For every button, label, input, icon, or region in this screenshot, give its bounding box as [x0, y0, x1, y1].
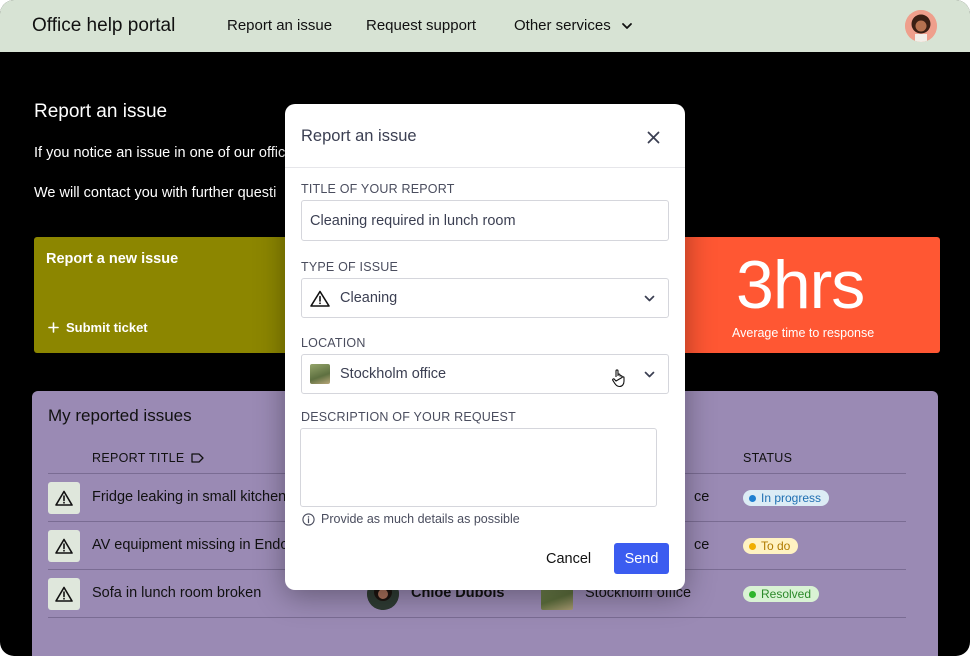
warning-icon [310, 290, 330, 307]
report-issue-modal: Report an issue TITLE OF YOUR REPORT Cle… [285, 104, 685, 590]
submit-ticket-label: Submit ticket [66, 320, 148, 335]
intro-text-2: We will contact you with further questi [34, 185, 277, 201]
row-warning-icon [48, 482, 80, 514]
response-time-label: Average time to response [732, 326, 875, 340]
column-header-report-title[interactable]: REPORT TITLE [92, 451, 204, 465]
location-field-label: LOCATION [301, 336, 366, 350]
intro-text-1: If you notice an issue in one of our off… [34, 145, 286, 161]
pointer-hand-icon [612, 369, 625, 388]
location-value: Stockholm office [340, 366, 447, 382]
modal-divider [285, 167, 685, 168]
status-badge: To do [743, 538, 799, 554]
status-badge-label: Resolved [761, 587, 812, 601]
nav-report-issue[interactable]: Report an issue [227, 17, 332, 34]
status-dot [749, 494, 756, 502]
nav-other-services[interactable]: Other services [514, 17, 633, 34]
row-warning-icon [48, 530, 80, 562]
card-title: Report a new issue [46, 251, 179, 267]
response-time-card: 3hrs Average time to response [672, 237, 940, 353]
nav-request-support[interactable]: Request support [366, 17, 476, 34]
nav-other-services-label: Other services [514, 17, 611, 34]
warning-icon [55, 538, 73, 554]
submit-ticket-button[interactable]: Submit ticket [48, 320, 148, 335]
response-time-value: 3hrs [736, 247, 865, 323]
app-window: Office help portal Report an issue Reque… [0, 0, 970, 656]
status-badge: In progress [743, 490, 830, 506]
brand-title: Office help portal [32, 15, 176, 36]
page-title: Report an issue [34, 101, 168, 122]
row-title[interactable]: Sofa in lunch room broken [92, 585, 261, 601]
warning-icon [55, 586, 73, 602]
top-navigation-bar: Office help portal Report an issue Reque… [0, 0, 970, 52]
row-location: ce [694, 537, 710, 553]
status-dot [749, 542, 756, 550]
location-thumbnail [310, 364, 330, 384]
location-select[interactable]: Stockholm office [301, 354, 669, 394]
title-input-value: Cleaning required in lunch room [310, 212, 516, 229]
title-input[interactable]: Cleaning required in lunch room [301, 200, 669, 241]
type-of-issue-select[interactable]: Cleaning [301, 278, 669, 318]
row-title[interactable]: AV equipment missing in Endo [92, 537, 288, 553]
chevron-down-icon [644, 371, 655, 378]
status-badge-label: In progress [761, 491, 822, 505]
status-badge: Resolved [743, 586, 820, 602]
column-header-status[interactable]: STATUS [743, 451, 792, 465]
status-dot [749, 590, 756, 598]
row-warning-icon [48, 578, 80, 610]
report-new-issue-card: Report a new issue Submit ticket [34, 237, 299, 353]
warning-icon [55, 490, 73, 506]
help-text-label: Provide as much details as possible [321, 512, 520, 526]
description-textarea[interactable] [300, 428, 657, 507]
help-text: Provide as much details as possible [302, 512, 520, 526]
plus-icon [48, 322, 59, 333]
chevron-down-icon [644, 295, 655, 302]
type-of-issue-value: Cleaning [340, 290, 398, 306]
user-avatar[interactable] [905, 10, 937, 42]
divider [48, 617, 906, 618]
info-icon [302, 512, 315, 526]
status-badge-label: To do [761, 539, 791, 553]
chevron-down-icon [621, 22, 632, 29]
cancel-button[interactable]: Cancel [540, 543, 597, 574]
modal-title: Report an issue [301, 127, 417, 145]
close-button[interactable] [644, 128, 662, 146]
title-field-label: TITLE OF YOUR REPORT [301, 182, 455, 196]
description-field-label: DESCRIPTION OF YOUR REQUEST [301, 410, 516, 424]
send-button[interactable]: Send [614, 543, 669, 574]
type-field-label: TYPE OF ISSUE [301, 260, 399, 274]
column-header-report-title-label: REPORT TITLE [92, 451, 185, 465]
row-title[interactable]: Fridge leaking in small kitchen [92, 489, 286, 505]
reported-issues-title: My reported issues [48, 406, 192, 425]
tag-icon [190, 453, 204, 463]
row-location: ce [694, 489, 710, 505]
close-icon [647, 131, 659, 143]
